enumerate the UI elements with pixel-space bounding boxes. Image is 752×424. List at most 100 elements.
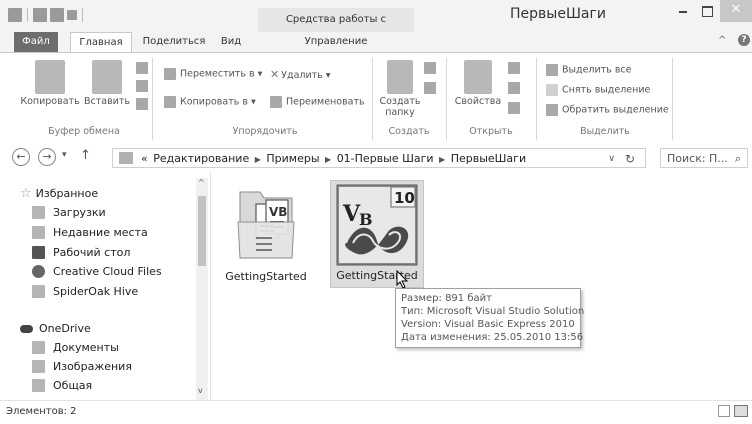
refresh-icon[interactable]: ↻: [625, 149, 635, 169]
up-arrow-icon[interactable]: ↑: [80, 148, 91, 163]
sidebar-item-pictures[interactable]: Изображения: [32, 360, 132, 373]
tab-share[interactable]: Поделиться: [138, 32, 210, 52]
paste-label: Вставить: [83, 96, 130, 107]
paste-button[interactable]: Вставить: [82, 60, 132, 107]
tooltip-size: Размер: 891 байт: [401, 293, 492, 304]
sidebar-item-downloads[interactable]: Загрузки: [32, 206, 106, 219]
recent-locations-icon[interactable]: ▾: [62, 150, 67, 160]
edit-icon[interactable]: [508, 82, 520, 94]
close-button[interactable]: ✕: [720, 0, 752, 22]
scroll-down-icon[interactable]: v: [198, 386, 203, 395]
forward-arrow-icon: →: [42, 150, 52, 163]
new-item-icon[interactable]: [424, 62, 436, 74]
address-box[interactable]: « Редактирование ▶ Примеры ▶ 01-Первые Ш…: [112, 148, 646, 168]
folder-icon: [32, 379, 45, 392]
large-icons-view-icon[interactable]: [734, 405, 748, 417]
quick-access-toolbar: [8, 6, 85, 24]
star-icon: ☆: [20, 186, 32, 201]
creative-cloud-icon: [32, 265, 45, 278]
file-tooltip: Размер: 891 байт Тип: Microsoft Visual S…: [395, 288, 585, 348]
select-all-button[interactable]: Выделить все: [546, 64, 632, 76]
copy-icon: [35, 60, 65, 94]
tab-file[interactable]: Файл: [14, 32, 58, 52]
sidebar-item-spideroak[interactable]: SpiderOak Hive: [32, 285, 138, 298]
copy-to-label: Копировать в ▾: [180, 96, 256, 108]
sidebar-item-creative-cloud[interactable]: Creative Cloud Files: [32, 265, 162, 278]
select-none-button[interactable]: Снять выделение: [546, 84, 650, 96]
invert-selection-button[interactable]: Обратить выделение: [546, 104, 669, 116]
sidebar-scrollbar-thumb[interactable]: [198, 196, 206, 266]
folder-icon: [387, 60, 413, 94]
paste-shortcut-icon[interactable]: [136, 98, 148, 110]
move-to-button[interactable]: Переместить в ▾: [164, 68, 262, 80]
details-view-icon[interactable]: [718, 405, 730, 417]
chevron-down-icon[interactable]: [67, 10, 77, 20]
move-to-icon: [164, 68, 176, 80]
breadcrumb-item[interactable]: 01-Первые Шаги: [337, 152, 434, 165]
sidebar-item-recent[interactable]: Недавние места: [32, 226, 148, 239]
sidebar-section-label: OneDrive: [39, 322, 91, 335]
forward-button[interactable]: →: [38, 148, 56, 166]
status-bar: Элементов: 2: [0, 400, 752, 424]
breadcrumb-overflow[interactable]: «: [141, 152, 148, 165]
save-icon[interactable]: [33, 8, 47, 22]
copy-to-button[interactable]: Копировать в ▾: [164, 96, 256, 108]
properties-button[interactable]: Свойства: [452, 60, 504, 107]
sidebar-item-label: Общая: [53, 379, 93, 392]
separator: [82, 8, 83, 22]
item-count: Элементов: 2: [6, 406, 77, 417]
group-label-organize: Упорядочить: [232, 126, 298, 137]
group-separator: [372, 58, 373, 140]
tab-home[interactable]: Главная: [70, 32, 132, 53]
tooltip-version: Version: Visual Basic Express 2010: [401, 319, 575, 330]
folder-icon: [32, 285, 45, 298]
group-separator: [536, 58, 537, 140]
chevron-right-icon: ▶: [325, 155, 332, 164]
collapse-ribbon-icon[interactable]: ^: [718, 35, 726, 46]
new-folder-button[interactable]: Создать папку: [378, 60, 422, 118]
rename-icon: [270, 96, 282, 108]
file-item-folder[interactable]: VB GettingStarted: [225, 180, 307, 290]
maximize-button[interactable]: [696, 0, 718, 22]
sidebar-item-favorites[interactable]: ☆ Избранное: [20, 186, 98, 201]
downloads-icon: [32, 206, 45, 219]
folder-icon: [119, 152, 133, 164]
breadcrumb-current[interactable]: ПервыеШаги: [451, 152, 526, 165]
sidebar-item-label: Загрузки: [53, 206, 106, 219]
close-icon: ✕: [730, 2, 742, 17]
cut-icon[interactable]: [136, 62, 148, 74]
copy-path-icon[interactable]: [136, 80, 148, 92]
search-input[interactable]: Поиск: П... ⌕: [660, 148, 748, 168]
scroll-up-icon[interactable]: ^: [198, 178, 205, 187]
context-tab-picture-tools: Средства работы с рисунками: [258, 8, 414, 49]
open-icon[interactable]: [508, 62, 520, 74]
search-icon[interactable]: ⌕: [735, 149, 741, 169]
tab-manage[interactable]: Управление: [258, 32, 414, 52]
folder-icon: [32, 360, 45, 373]
minimize-button[interactable]: [672, 0, 694, 22]
chevron-down-icon[interactable]: ∨: [608, 149, 615, 169]
sidebar-item-public[interactable]: Общая: [32, 379, 92, 392]
back-arrow-icon: ←: [16, 150, 26, 163]
delete-button[interactable]: ✕ Удалить ▾: [270, 68, 331, 81]
new-folder-icon[interactable]: [50, 8, 64, 22]
help-icon[interactable]: ?: [738, 34, 750, 46]
sidebar-item-documents[interactable]: Документы: [32, 341, 119, 354]
minimize-icon: [679, 11, 687, 13]
copy-button[interactable]: Копировать: [20, 60, 80, 107]
history-icon[interactable]: [508, 102, 520, 114]
sidebar-item-label: Изображения: [53, 360, 132, 373]
rename-button[interactable]: Переименовать: [270, 96, 365, 108]
tooltip-type: Тип: Microsoft Visual Studio Solution: [401, 306, 585, 317]
search-placeholder: Поиск: П...: [667, 152, 728, 165]
sidebar-section-label: Избранное: [35, 187, 99, 200]
breadcrumb-item[interactable]: Примеры: [266, 152, 319, 165]
tab-view[interactable]: Вид: [216, 32, 246, 52]
back-button[interactable]: ←: [12, 148, 30, 166]
properties-icon[interactable]: [8, 8, 22, 22]
breadcrumb-item[interactable]: Редактирование: [153, 152, 249, 165]
sidebar-item-onedrive[interactable]: OneDrive: [20, 322, 91, 335]
properties-label: Свойства: [454, 96, 502, 107]
easy-access-icon[interactable]: [424, 82, 436, 94]
sidebar-item-desktop[interactable]: Рабочий стол: [32, 246, 130, 259]
